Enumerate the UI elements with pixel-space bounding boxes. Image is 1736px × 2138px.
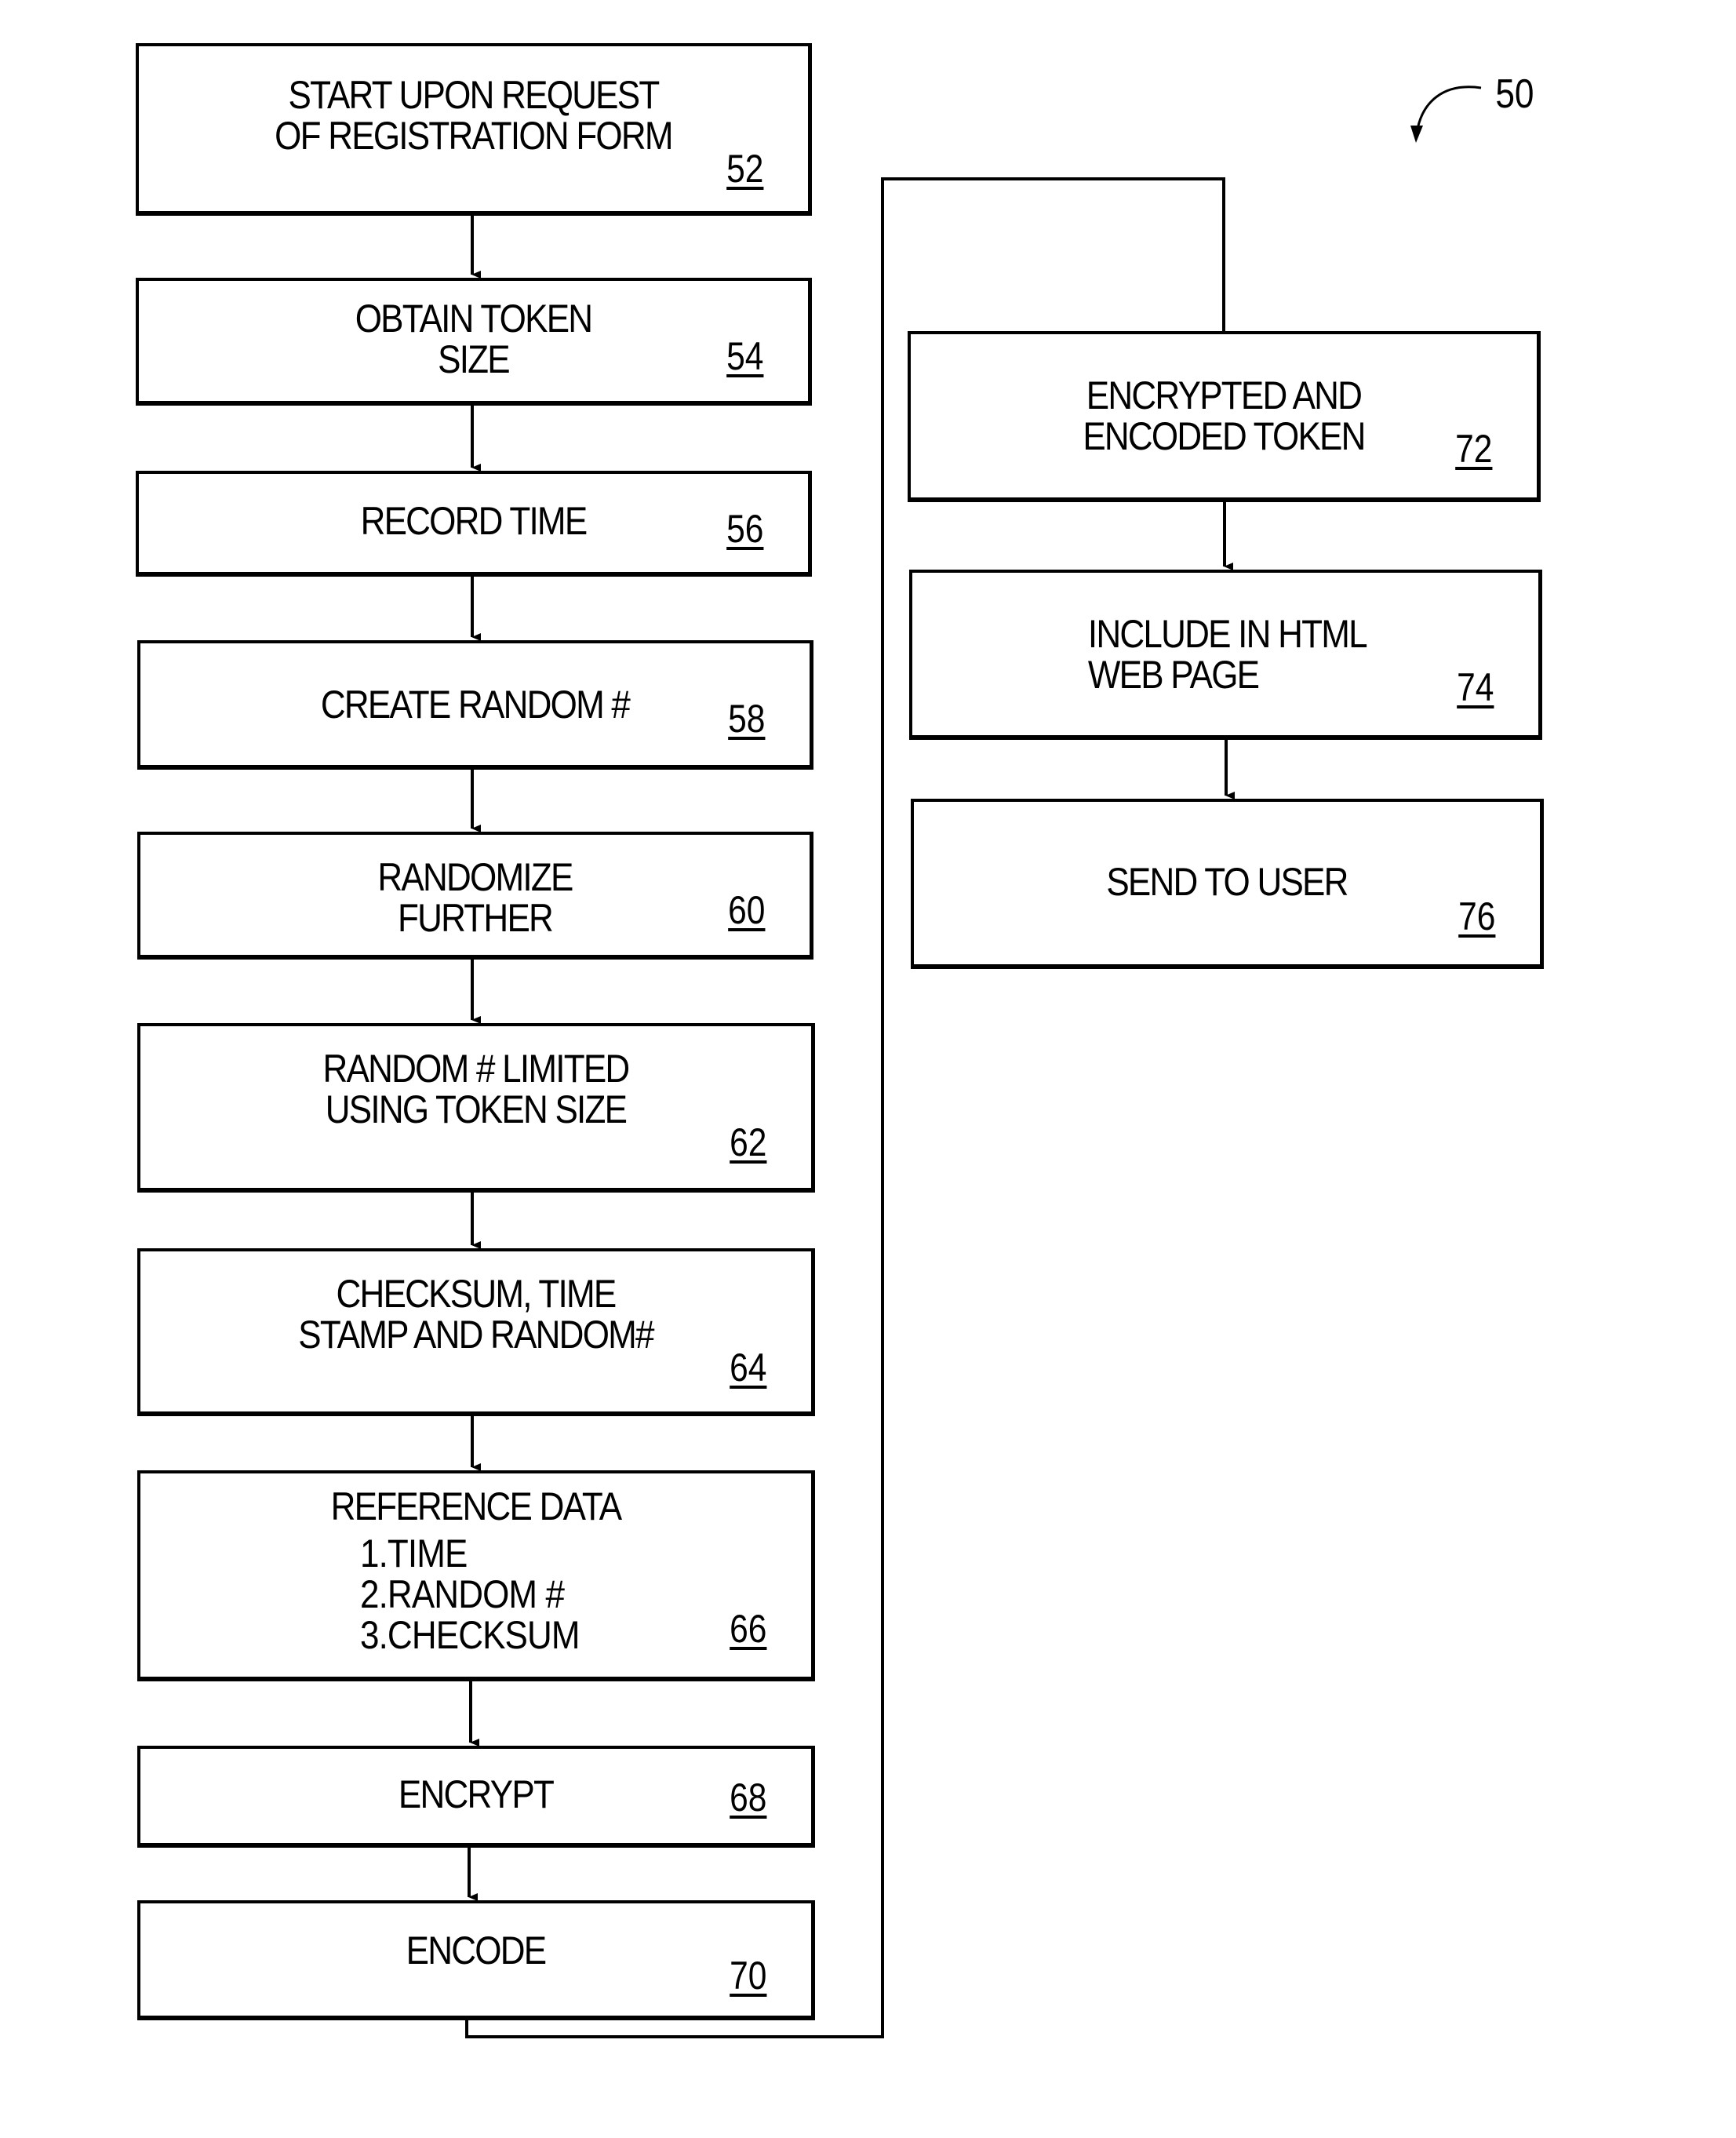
- step-58-text: CREATE RANDOM #: [320, 683, 631, 727]
- step-52-text: START UPON REQUEST OF REGISTRATION FORM: [275, 73, 673, 158]
- step-68-box: ENCRYPT 68: [137, 1746, 815, 1848]
- step-56-ref: 56: [726, 507, 764, 551]
- step-58-box: CREATE RANDOM # 58: [137, 640, 813, 770]
- step-60-box: RANDOMIZE FURTHER 60: [137, 832, 813, 960]
- step-74-text: INCLUDE IN HTML WEB PAGE: [1087, 612, 1368, 697]
- step-60-ref: 60: [728, 888, 766, 932]
- step-70-text: ENCODE: [406, 1929, 547, 1972]
- step-76-box: SEND TO USER 76: [911, 799, 1544, 969]
- step-54-box: OBTAIN TOKEN SIZE 54: [136, 278, 812, 406]
- step-52-ref: 52: [726, 147, 764, 191]
- step-66-ref: 66: [730, 1607, 767, 1651]
- step-64-box: CHECKSUM, TIME STAMP AND RANDOM# 64: [137, 1248, 815, 1416]
- step-62-text: RANDOM # LIMITED USING TOKEN SIZE: [322, 1047, 631, 1131]
- step-72-box: ENCRYPTED AND ENCODED TOKEN 72: [908, 331, 1541, 502]
- step-76-text: SEND TO USER: [1106, 860, 1348, 904]
- step-56-text: RECORD TIME: [360, 499, 588, 543]
- step-62-ref: 62: [730, 1120, 767, 1164]
- step-64-text: CHECKSUM, TIME STAMP AND RANDOM#: [298, 1272, 654, 1357]
- step-66-item: 3.CHECKSUM: [360, 1613, 580, 1657]
- step-54-ref: 54: [726, 334, 764, 378]
- step-56-box: RECORD TIME 56: [136, 471, 812, 577]
- step-68-ref: 68: [730, 1776, 767, 1819]
- step-74-ref: 74: [1457, 665, 1494, 709]
- step-64-ref: 64: [730, 1346, 767, 1390]
- step-66-item: 2.RANDOM #: [360, 1572, 565, 1616]
- figure-ref-arrow: [1415, 86, 1482, 134]
- step-52-box: START UPON REQUEST OF REGISTRATION FORM …: [136, 43, 812, 216]
- figure-ref-label: 50: [1495, 71, 1534, 117]
- step-54-text: OBTAIN TOKEN SIZE: [355, 297, 593, 381]
- step-66-item: 1.TIME: [360, 1532, 468, 1575]
- step-72-ref: 72: [1455, 427, 1493, 471]
- step-66-title: REFERENCE DATA: [330, 1484, 623, 1528]
- figure-ref-arrowhead: [1410, 126, 1423, 143]
- step-60-text: RANDOMIZE FURTHER: [377, 855, 573, 940]
- step-66-box: REFERENCE DATA 1.TIME 2.RANDOM # 3.CHECK…: [137, 1470, 815, 1681]
- step-68-text: ENCRYPT: [398, 1772, 555, 1816]
- step-76-ref: 76: [1458, 894, 1496, 938]
- step-74-box: INCLUDE IN HTML WEB PAGE 74: [909, 570, 1542, 740]
- step-66-list: 1.TIME 2.RANDOM # 3.CHECKSUM: [360, 1533, 580, 1655]
- step-62-box: RANDOM # LIMITED USING TOKEN SIZE 62: [137, 1023, 815, 1193]
- step-70-ref: 70: [730, 1954, 767, 1998]
- step-70-box: ENCODE 70: [137, 1900, 815, 2020]
- step-58-ref: 58: [728, 697, 766, 741]
- step-72-text: ENCRYPTED AND ENCODED TOKEN: [1083, 373, 1366, 458]
